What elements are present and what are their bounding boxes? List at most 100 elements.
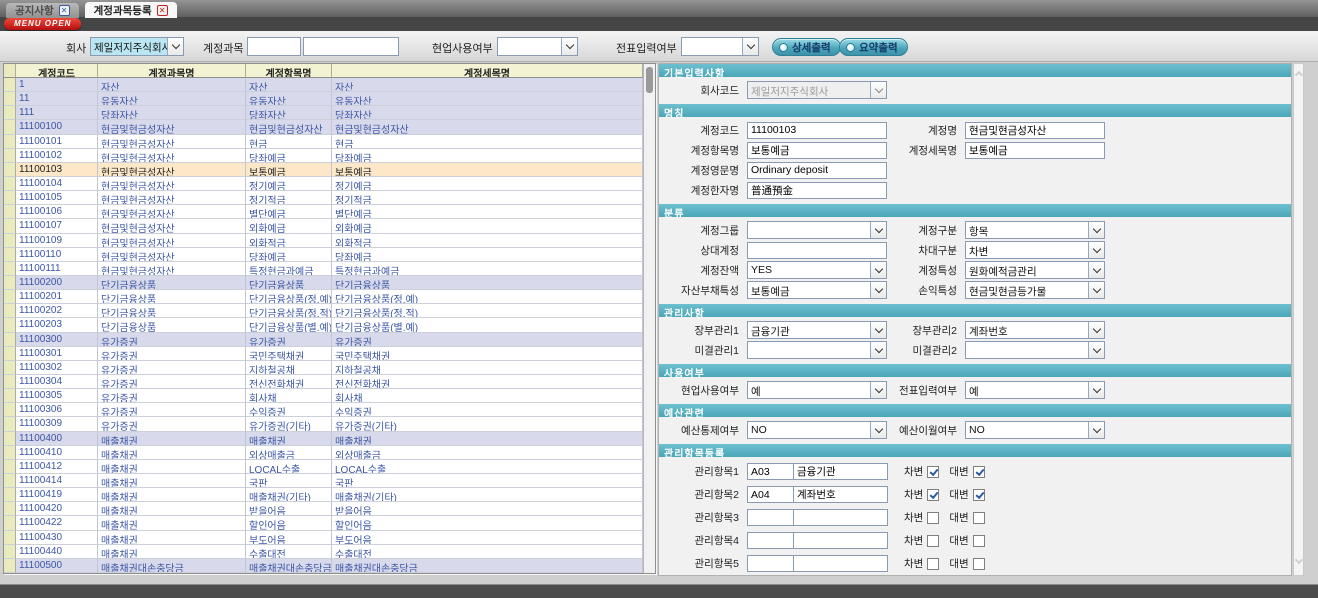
table-row[interactable]: 11100400매출채권매출채권매출채권 [4,432,643,446]
chevron-down-icon[interactable] [870,422,886,438]
account-group-combo[interactable] [747,221,887,239]
close-icon[interactable]: ✕ [157,5,168,16]
close-icon[interactable]: ✕ [59,5,70,16]
table-row[interactable]: 111당좌자산당좌자산당좌자산 [4,106,643,120]
debit-checkbox[interactable] [927,489,939,501]
mgmt-item-name-input[interactable] [793,463,888,480]
table-row[interactable]: 11100111현금및현금성자산특정현금과예금특정현금과예금 [4,262,643,276]
table-row[interactable]: 11100414매출채권국판국판 [4,474,643,488]
table-row[interactable]: 11100107현금및현금성자산외화예금외화예금 [4,219,643,233]
row-selector-cell[interactable] [4,516,16,530]
table-row[interactable]: 11100500매출채권대손충당금매출채권대손충당금매출채권대손충당금 [4,559,643,573]
row-selector-cell[interactable] [4,389,16,403]
debit-checkbox[interactable] [927,466,939,478]
row-selector-cell[interactable] [4,177,16,191]
credit-checkbox[interactable] [973,512,985,524]
ledger-mgmt-1-combo[interactable]: 금융기관 [747,321,887,339]
table-row[interactable]: 11100106현금및현금성자산별단예금별단예금 [4,205,643,219]
budget-control-combo[interactable]: NO [747,421,887,439]
table-row[interactable]: 11100419매출채권매출채권(기타)매출채권(기타) [4,488,643,502]
table-row[interactable]: 11100203단기금융상품단기금융상품(별.예)단기금융상품(별.예) [4,318,643,332]
chevron-down-icon[interactable] [1088,242,1104,258]
table-row[interactable]: 11100102현금및현금성자산당좌예금당좌예금 [4,149,643,163]
chevron-down-icon[interactable] [1088,422,1104,438]
row-selector-cell[interactable] [4,92,16,106]
mgmt-item-name-input[interactable] [793,486,888,503]
account-name-input[interactable] [965,122,1105,139]
credit-checkbox[interactable] [973,535,985,547]
debit-credit-division-combo[interactable]: 차변 [965,241,1105,259]
row-selector-cell[interactable] [4,276,16,290]
tab-active[interactable]: 계정과목등록✕ [85,2,177,19]
row-selector-cell[interactable] [4,432,16,446]
row-selector-cell[interactable] [4,417,16,431]
table-row[interactable]: 11100202단기금융상품단기금융상품(정.적)단기금융상품(정.적) [4,304,643,318]
chevron-down-icon[interactable] [1088,222,1104,238]
row-selector-cell[interactable] [4,375,16,389]
menu-open-button[interactable]: MENU OPEN [4,18,81,30]
table-row[interactable]: 11100105현금및현금성자산정기적금정기적금 [4,191,643,205]
mgmt-item-code-input[interactable] [747,486,793,503]
table-row[interactable]: 11100302유가증권지하철공채지하철공채 [4,361,643,375]
account-item-name-input[interactable] [747,142,887,159]
row-selector-cell[interactable] [4,248,16,262]
budget-carryover-combo[interactable]: NO [965,421,1105,439]
pending-mgmt-2-combo[interactable] [965,341,1105,359]
table-row[interactable]: 1자산자산자산 [4,78,643,92]
account-english-name-input[interactable] [747,162,887,179]
row-selector-cell[interactable] [4,531,16,545]
mgmt-item-name-input[interactable] [793,509,888,526]
chevron-down-icon[interactable] [742,38,758,55]
chevron-down-icon[interactable] [870,222,886,238]
table-row[interactable]: 11100109현금및현금성자산외화적금외화적금 [4,234,643,248]
account-characteristic-combo[interactable]: 원화예적금관리 [965,261,1105,279]
company-combo[interactable]: 제일저지주식회사 [90,37,184,56]
row-selector-cell[interactable] [4,234,16,248]
row-selector-cell[interactable] [4,304,16,318]
asset-liability-characteristic-combo[interactable]: 보통예금 [747,281,887,299]
chevron-down-icon[interactable] [1088,382,1104,398]
credit-checkbox[interactable] [973,466,985,478]
row-selector-cell[interactable] [4,333,16,347]
field-use-combo[interactable]: 예 [747,381,887,399]
pending-mgmt-1-combo[interactable] [747,341,887,359]
table-row[interactable]: 11100430매출채권부도어음부도어음 [4,531,643,545]
row-selector-cell[interactable] [4,403,16,417]
row-selector-cell[interactable] [4,502,16,516]
row-selector-cell[interactable] [4,446,16,460]
chevron-down-icon[interactable] [870,342,886,358]
account-detail-name-input[interactable] [965,142,1105,159]
mgmt-item-name-input[interactable] [793,532,888,549]
row-selector-cell[interactable] [4,318,16,332]
table-row[interactable]: 11100301유가증권국민주택채권국민주택채권 [4,347,643,361]
table-row[interactable]: 11100306유가증권수익증권수익증권 [4,403,643,417]
table-row[interactable]: 11100110현금및현금성자산당좌예금당좌예금 [4,248,643,262]
account-division-combo[interactable]: 항목 [965,221,1105,239]
chevron-down-icon[interactable] [870,282,886,298]
row-selector-cell[interactable] [4,135,16,149]
chevron-down-icon[interactable] [1088,262,1104,278]
row-selector-cell[interactable] [4,559,16,573]
chevron-down-icon[interactable] [870,262,886,278]
chevron-down-icon[interactable] [1088,322,1104,338]
table-row[interactable]: 11100422매출채권할인어음할인어음 [4,516,643,530]
row-selector-cell[interactable] [4,120,16,134]
account-hanja-name-input[interactable] [747,182,887,199]
chevron-down-icon[interactable] [870,382,886,398]
account-balance-combo[interactable]: YES [747,261,887,279]
chevron-down-icon[interactable] [1088,282,1104,298]
table-row[interactable]: 11100104현금및현금성자산정기예금정기예금 [4,177,643,191]
field-use-filter-combo[interactable] [497,37,578,56]
mgmt-item-name-input[interactable] [793,555,888,572]
summary-print-button[interactable]: 요약출력 [839,38,908,56]
chevron-down-icon[interactable] [561,38,577,55]
table-row[interactable]: 11100101현금및현금성자산현금현금 [4,135,643,149]
table-row[interactable]: 11100305유가증권회사채회사채 [4,389,643,403]
row-selector-cell[interactable] [4,219,16,233]
chevron-down-icon[interactable] [1088,342,1104,358]
table-vertical-scrollbar[interactable] [643,64,655,573]
account-code-input[interactable] [747,122,887,139]
slip-entry-filter-combo[interactable] [681,37,759,56]
row-selector-cell[interactable] [4,290,16,304]
credit-checkbox[interactable] [973,489,985,501]
